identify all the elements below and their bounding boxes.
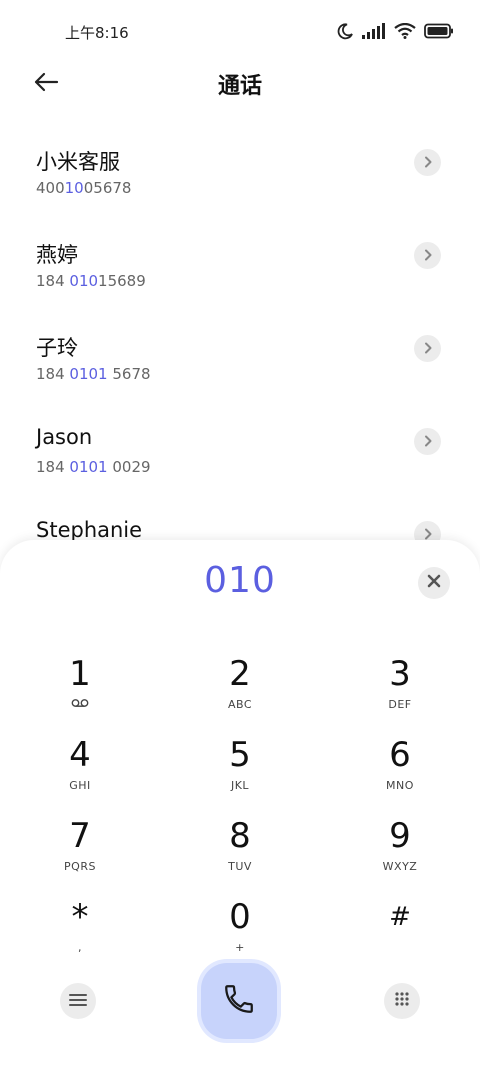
- dial-key-6[interactable]: 6 MNO: [340, 731, 460, 801]
- contact-name: 小米客服: [36, 150, 120, 174]
- dial-key-8[interactable]: 8 TUV: [180, 812, 300, 882]
- header: 通话: [0, 62, 480, 106]
- dial-key-7[interactable]: 7 PQRS: [20, 812, 140, 882]
- status-time: 上午8:16: [65, 24, 129, 42]
- menu-icon: [69, 992, 87, 1011]
- contact-detail-button[interactable]: [414, 149, 441, 176]
- dial-key-4[interactable]: 4 GHI: [20, 731, 140, 801]
- number-match-highlight: 010: [69, 272, 99, 290]
- contact-row[interactable]: 小米客服 4001005678: [0, 122, 480, 215]
- keypad-toggle-button[interactable]: [384, 983, 420, 1019]
- contact-detail-button[interactable]: [414, 242, 441, 269]
- number-match-highlight: 0101: [69, 365, 108, 383]
- page-title: 通话: [217, 74, 262, 99]
- contact-row[interactable]: 子玲 184 0101 5678: [0, 308, 480, 401]
- dial-key-0[interactable]: 0 +: [180, 893, 300, 963]
- moon-icon: [336, 22, 354, 40]
- menu-button[interactable]: [60, 983, 96, 1019]
- dial-key-hash[interactable]: #: [340, 893, 460, 963]
- contact-number: 184 0101 0029: [36, 458, 151, 476]
- close-icon: [426, 573, 442, 593]
- contact-name: Stephanie: [36, 518, 143, 542]
- contact-detail-button[interactable]: [414, 335, 441, 362]
- contact-number: 4001005678: [36, 179, 132, 197]
- signal-icon: [362, 23, 386, 39]
- clear-button[interactable]: [418, 567, 450, 599]
- dialpad-sheet: 010 1 2 ABC 3 DEF 4 GHI 5 JKL 6 MNO 7 PQ…: [0, 540, 480, 1066]
- dial-key-2[interactable]: 2 ABC: [180, 650, 300, 720]
- contact-number: 184 01015689: [36, 272, 146, 290]
- contact-detail-button[interactable]: [414, 428, 441, 455]
- chevron-right-icon: [423, 432, 433, 451]
- number-match-highlight: 10: [64, 179, 84, 197]
- status-icons: [336, 20, 454, 42]
- chevron-right-icon: [423, 339, 433, 358]
- dial-key-5[interactable]: 5 JKL: [180, 731, 300, 801]
- contact-name: Jason: [36, 425, 93, 449]
- number-match-highlight: 0101: [69, 458, 108, 476]
- dial-key-3[interactable]: 3 DEF: [340, 650, 460, 720]
- call-button[interactable]: [201, 963, 277, 1039]
- status-bar: 上午8:16: [0, 0, 480, 62]
- dialpad-icon: [394, 991, 410, 1011]
- dial-key-star[interactable]: * ,: [20, 893, 140, 963]
- contact-row[interactable]: 燕婷 184 01015689: [0, 215, 480, 308]
- dial-key-9[interactable]: 9 WXYZ: [340, 812, 460, 882]
- wifi-icon: [394, 23, 416, 39]
- contact-row[interactable]: Jason 184 0101 0029: [0, 401, 480, 494]
- phone-icon: [222, 982, 256, 1020]
- dial-key-1[interactable]: 1: [20, 650, 140, 720]
- contact-number: 184 0101 5678: [36, 365, 151, 383]
- chevron-right-icon: [423, 153, 433, 172]
- contact-name: 子玲: [36, 336, 78, 360]
- dialed-number: 010: [204, 560, 276, 601]
- phone-screen: 上午8:16 通话 小米客服 4001005678 燕婷 184 0101568…: [0, 0, 480, 1066]
- voicemail-icon: [71, 698, 89, 711]
- battery-icon: [424, 23, 454, 39]
- chevron-right-icon: [423, 246, 433, 265]
- contact-results-list: 小米客服 4001005678 燕婷 184 01015689 子玲 184 0…: [0, 122, 480, 587]
- contact-name: 燕婷: [36, 243, 78, 267]
